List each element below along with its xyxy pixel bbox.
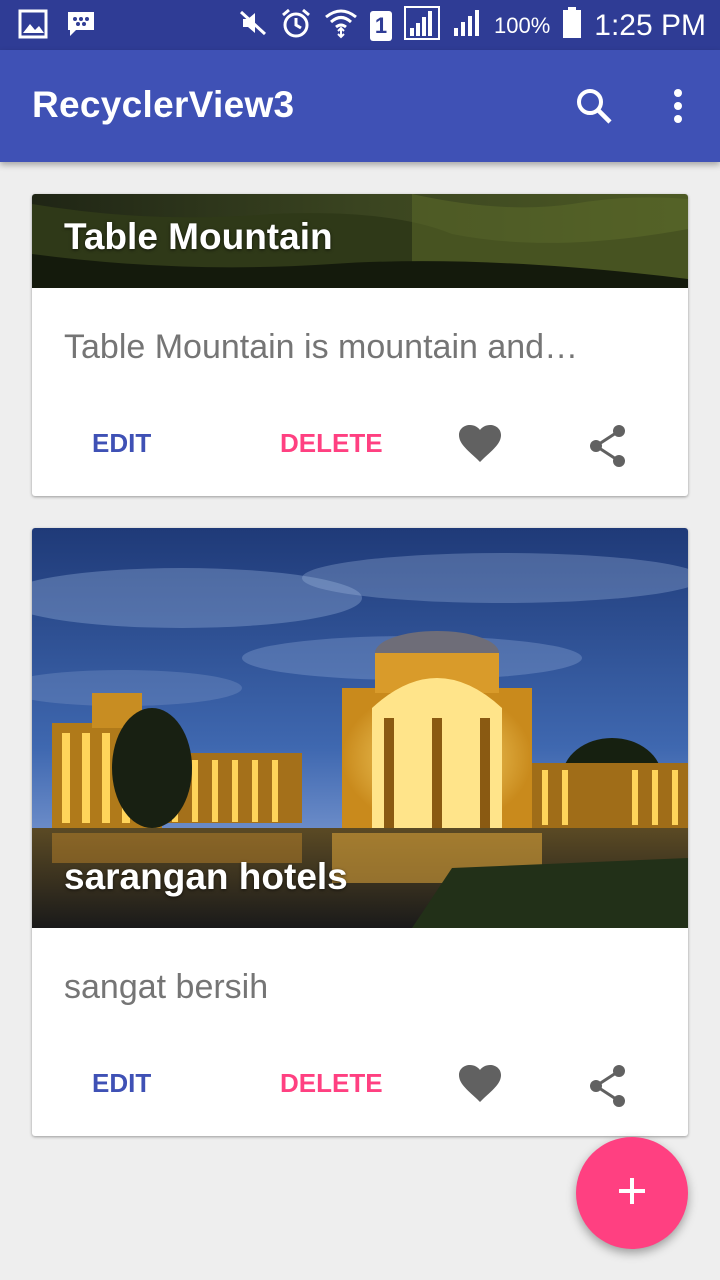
add-fab-button[interactable] [576,1137,688,1249]
heart-icon[interactable] [458,424,502,469]
mute-icon [238,8,268,43]
alarm-icon [280,7,312,44]
signal-icon [403,6,440,45]
card-description: sangat bersih [64,968,269,1006]
gallery-icon [18,9,48,44]
overflow-menu-icon[interactable] [656,84,700,128]
heart-icon[interactable] [458,1064,502,1109]
card-image: Table Mountain [32,194,688,288]
edit-button[interactable]: EDIT [92,428,151,459]
plus-icon [617,1176,647,1211]
card[interactable]: Table Mountain Table Mountain is mountai… [32,194,688,496]
share-icon[interactable] [588,1064,628,1113]
edit-button[interactable]: EDIT [92,1068,151,1099]
card-description: Table Mountain is mountain and… [64,328,579,366]
card-image: sarangan hotels [32,528,688,928]
app-bar: RecyclerView3 [0,50,720,162]
sim-icon: 1 [369,10,392,41]
messenger-icon [66,9,96,44]
delete-button[interactable]: DELETE [280,428,383,459]
app-title: RecyclerView3 [32,84,295,125]
battery-percent: 100% [493,12,551,38]
search-icon[interactable] [572,84,616,128]
card-actions: EDIT DELETE [32,1048,688,1128]
wifi-icon [324,7,358,44]
card-title: sarangan hotels [64,856,348,897]
battery-icon [562,7,582,44]
delete-button[interactable]: DELETE [280,1068,383,1099]
card-title: Table Mountain [64,216,333,257]
share-icon[interactable] [588,424,628,473]
signal-icon [452,8,482,43]
status-bar: 1 100% 1:25 PM [0,0,720,50]
clock: 1:25 PM [594,8,706,42]
card-actions: EDIT DELETE [32,408,688,488]
card[interactable]: sarangan hotels sangat bersih EDIT DELET… [32,528,688,1136]
